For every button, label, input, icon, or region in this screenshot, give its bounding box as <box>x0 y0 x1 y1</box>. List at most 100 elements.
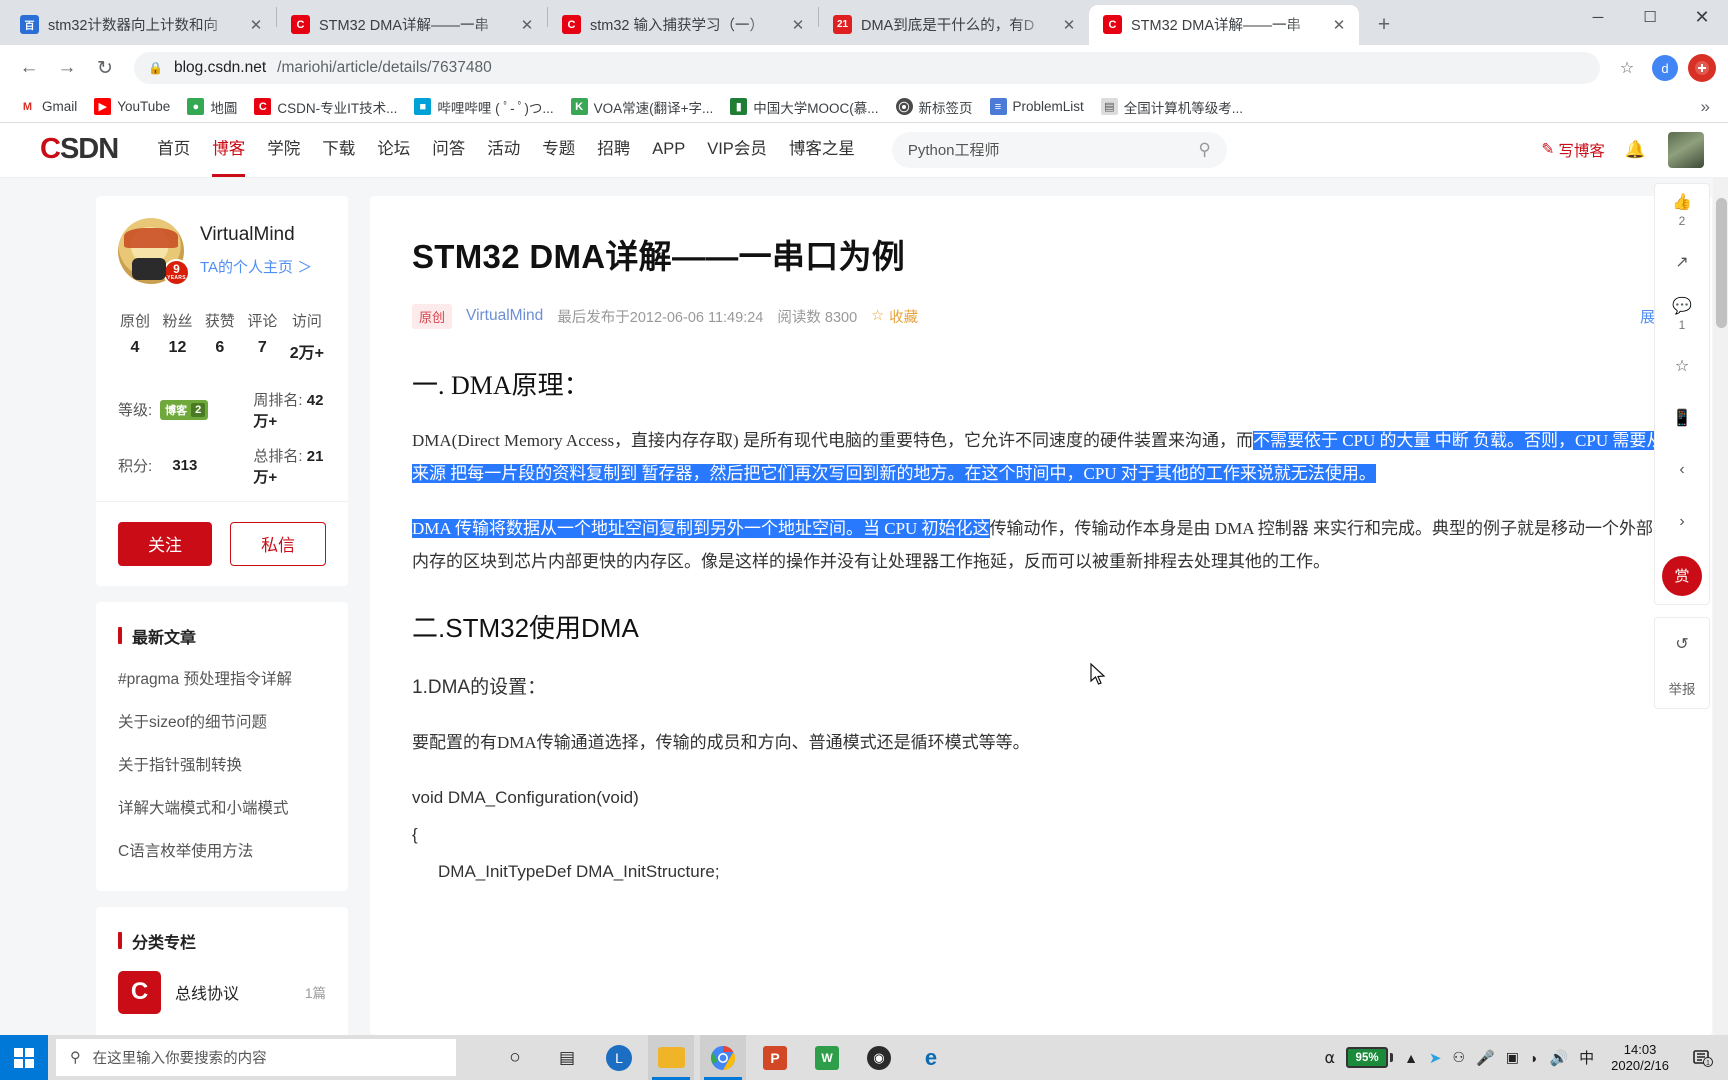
close-window-button[interactable]: ✕ <box>1676 0 1728 34</box>
cursor-icon[interactable]: ➤ <box>1429 1049 1442 1067</box>
list-item[interactable]: #pragma 预处理指令详解 <box>118 656 326 699</box>
site-search-input[interactable]: Python工程师 ⚲ <box>891 131 1227 168</box>
nav-item-jobs[interactable]: 招聘 <box>586 123 641 178</box>
nav-item-home[interactable]: 首页 <box>146 123 201 178</box>
screenshot-icon[interactable]: ▣ <box>1506 1049 1519 1066</box>
week-rank: 周排名: 42万+ <box>253 389 326 431</box>
app-l-icon[interactable]: L <box>596 1035 642 1080</box>
close-icon[interactable]: ✕ <box>517 15 537 35</box>
cortana-icon[interactable]: ○ <box>492 1035 538 1080</box>
bookmark-item[interactable]: M Gmail <box>12 95 84 118</box>
nav-item-topic[interactable]: 专题 <box>531 123 586 178</box>
nav-item-blogstar[interactable]: 博客之星 <box>778 123 866 178</box>
obs-icon[interactable]: ◉ <box>856 1035 902 1080</box>
address-bar[interactable]: 🔒 blog.csdn.net/mariohi/article/details/… <box>134 52 1600 85</box>
list-item[interactable]: 关于sizeof的细节问题 <box>118 699 326 742</box>
new-tab-button[interactable]: + <box>1367 8 1401 42</box>
favorite-button[interactable]: ☆ 收藏 <box>871 306 918 327</box>
back-button[interactable]: ← <box>12 51 46 85</box>
browser-tab[interactable]: 21 DMA到底是干什么的，有D ✕ <box>819 5 1089 45</box>
reload-button[interactable]: ↻ <box>88 51 122 85</box>
minimize-button[interactable]: ─ <box>1572 0 1624 34</box>
search-icon[interactable]: ⚲ <box>1198 140 1210 160</box>
mic-icon[interactable]: 🎤 <box>1476 1049 1495 1067</box>
bookmark-item[interactable]: ▤ 全国计算机等级考... <box>1094 94 1250 120</box>
bookmark-item[interactable]: ≡ ProblemList <box>983 95 1091 118</box>
wifi-icon[interactable]: ◗ <box>1530 1050 1538 1066</box>
bookmarks-overflow-icon[interactable]: » <box>1695 97 1716 117</box>
volume-icon[interactable]: 🔊 <box>1549 1049 1568 1067</box>
avatar[interactable] <box>1668 131 1704 168</box>
maximize-button[interactable]: ☐ <box>1624 0 1676 34</box>
like-button[interactable]: 👍 2 <box>1655 184 1709 236</box>
forward-button[interactable]: → <box>50 51 84 85</box>
bookmark-item[interactable]: ▮ 中国大学MOOC(慕... <box>723 94 885 120</box>
browser-tab[interactable]: C STM32 DMA详解——一串 ✕ <box>277 5 547 45</box>
back-to-top-button[interactable]: ↺ <box>1655 618 1709 670</box>
nav-item-academy[interactable]: 学院 <box>256 123 311 178</box>
next-article-button[interactable]: › <box>1655 496 1709 548</box>
search-input[interactable]: ⚲ 在这里输入你要搜索的内容 <box>56 1039 456 1076</box>
close-icon[interactable]: ✕ <box>246 15 266 35</box>
chevron-up-icon[interactable]: ▲ <box>1404 1050 1418 1066</box>
battery-indicator[interactable]: 95% <box>1346 1047 1394 1068</box>
usb-icon[interactable]: ⚇ <box>1453 1049 1466 1066</box>
doc-icon: ▤ <box>1100 98 1118 116</box>
nav-item-vip[interactable]: VIP会员 <box>696 123 778 178</box>
notification-icon[interactable]: 1 <box>1686 1035 1720 1080</box>
nav-item-app[interactable]: APP <box>641 123 696 178</box>
share-button[interactable]: ↗ <box>1655 236 1709 288</box>
profile-homepage-link[interactable]: TA的个人主页 ＞ <box>200 256 326 277</box>
extensions-icon[interactable] <box>1688 54 1716 83</box>
collect-button[interactable]: ☆ <box>1655 340 1709 392</box>
csdn-logo[interactable]: CSDN <box>40 133 119 166</box>
nav-item-qa[interactable]: 问答 <box>421 123 476 178</box>
bookmark-item[interactable]: ● 地圖 <box>180 94 244 120</box>
bookmark-item[interactable]: C CSDN-专业IT技术... <box>247 94 404 120</box>
scrollbar-thumb[interactable] <box>1716 197 1727 328</box>
bookmark-item[interactable]: ■ 哔哩哔哩 ( ﾟ- ﾟ)つ... <box>407 94 560 120</box>
browser-tab[interactable]: 百 stm32计数器向上计数和向 ✕ <box>6 5 276 45</box>
avatar[interactable]: 9 YEARS <box>118 217 190 286</box>
browser-tab-active[interactable]: C STM32 DMA详解——一串 ✕ <box>1089 4 1359 45</box>
profile-avatar[interactable]: d <box>1652 55 1678 82</box>
powerpoint-icon[interactable]: P <box>752 1035 798 1080</box>
stat-fans[interactable]: 粉丝 12 <box>162 310 192 363</box>
list-item[interactable]: C 总线协议 1篇 <box>118 961 326 1024</box>
article-author[interactable]: VirtualMind <box>466 307 543 325</box>
follow-button[interactable]: 关注 <box>118 521 212 566</box>
ime-indicator[interactable]: 中 <box>1579 1047 1594 1068</box>
browser-tab[interactable]: C stm32 输入捕获学习（一） ✕ <box>548 5 818 45</box>
bookmark-item[interactable]: ⦿ 新标签页 <box>889 94 980 120</box>
mobile-button[interactable]: 📱 <box>1655 392 1709 444</box>
list-item[interactable]: C语言枚举使用方法 <box>118 828 326 871</box>
report-button[interactable]: 举报 <box>1655 670 1709 708</box>
nav-item-download[interactable]: 下载 <box>311 123 366 178</box>
edge-icon[interactable]: e <box>908 1035 954 1080</box>
file-explorer-icon[interactable] <box>648 1035 694 1080</box>
close-icon[interactable]: ✕ <box>1329 15 1349 35</box>
wps-icon[interactable]: W <box>804 1035 850 1080</box>
nav-item-activity[interactable]: 活动 <box>476 123 531 178</box>
page-scrollbar[interactable] <box>1713 177 1728 1035</box>
bookmark-item[interactable]: ▶ YouTube <box>87 95 177 118</box>
chrome-icon[interactable] <box>700 1035 746 1080</box>
nav-item-blog[interactable]: 博客 <box>201 123 256 178</box>
star-icon[interactable]: ☆ <box>1612 53 1642 83</box>
reward-button[interactable]: 赏 <box>1662 555 1702 596</box>
taskview-icon[interactable]: ▤ <box>544 1035 590 1080</box>
close-icon[interactable]: ✕ <box>788 15 808 35</box>
bookmark-label: CSDN-专业IT技术... <box>277 100 398 116</box>
close-icon[interactable]: ✕ <box>1059 15 1079 35</box>
nav-item-forum[interactable]: 论坛 <box>366 123 421 178</box>
comment-button[interactable]: 💬 1 <box>1655 288 1709 340</box>
write-blog-button[interactable]: ✎ 写博客 <box>1541 139 1605 161</box>
message-button[interactable]: 私信 <box>230 521 326 566</box>
bookmark-item[interactable]: K VOA常速(翻译+字... <box>564 94 721 120</box>
windows-icon[interactable] <box>0 1035 48 1080</box>
list-item[interactable]: 关于指针强制转换 <box>118 742 326 785</box>
bell-icon[interactable]: 🔔 <box>1625 140 1646 160</box>
list-item[interactable]: 详解大端模式和小端模式 <box>118 785 326 828</box>
clock[interactable]: 14:03 2020/2/16 <box>1605 1042 1675 1074</box>
prev-article-button[interactable]: ‹ <box>1655 444 1709 496</box>
